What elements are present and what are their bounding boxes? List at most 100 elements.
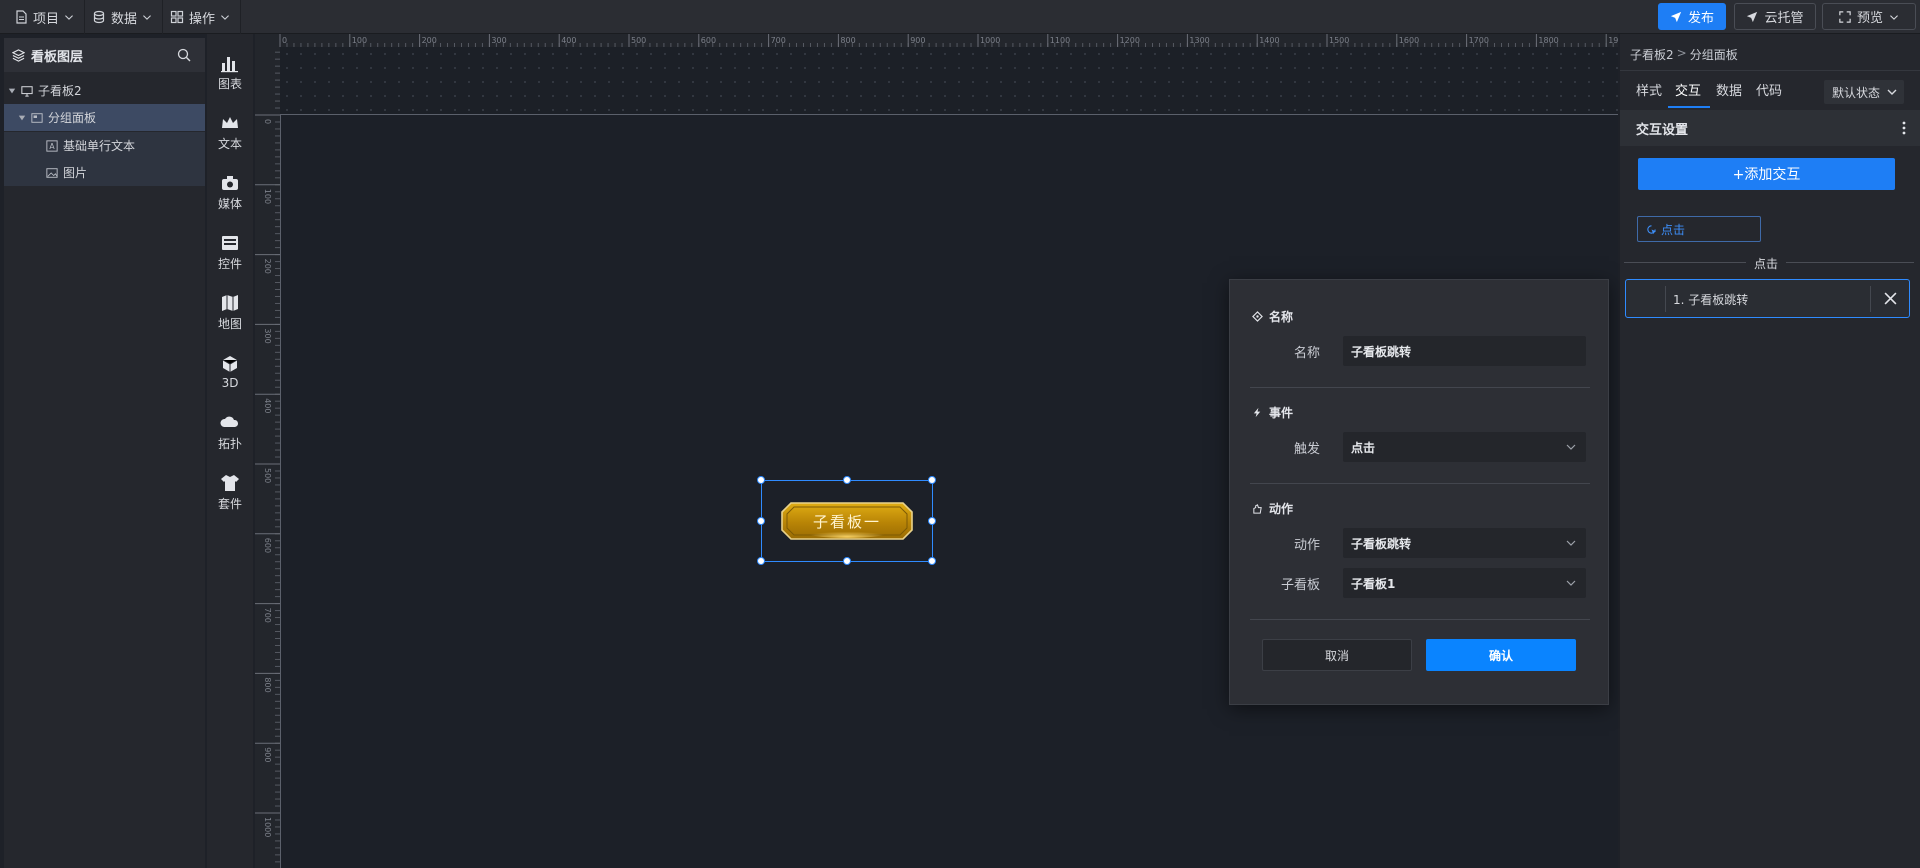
- chevron-down-icon: [143, 15, 151, 20]
- tool-chart[interactable]: 图表: [207, 44, 253, 100]
- breadcrumb: 子看板2 > 分组面板: [1630, 46, 1738, 63]
- monitor-icon: [21, 85, 33, 97]
- caret-down-icon: [18, 115, 26, 120]
- tool-label: 媒体: [217, 196, 242, 211]
- menu-project-label: 项目: [33, 11, 60, 27]
- interaction-item[interactable]: 1. 子看板跳转: [1625, 279, 1910, 318]
- name-label: 名称: [1293, 346, 1320, 361]
- tool-suite[interactable]: 套件: [207, 464, 253, 520]
- ruler-label: 900: [910, 36, 925, 45]
- ruler-label: 200: [263, 259, 272, 274]
- search-icon[interactable]: [177, 48, 191, 62]
- svg-text:A: A: [49, 142, 55, 151]
- layer-item-subboard[interactable]: 子看板2: [4, 77, 205, 104]
- divider: [1665, 286, 1666, 312]
- menu-project[interactable]: 项目: [4, 0, 86, 34]
- cloud-topology-icon: [220, 416, 239, 427]
- ruler-label: 400: [561, 36, 576, 45]
- cloud-host-label: 云托管: [1764, 11, 1804, 26]
- ruler-label: 200: [422, 36, 437, 45]
- section-title: 交互设置: [1636, 122, 1689, 138]
- action-select[interactable]: 子看板跳转: [1343, 528, 1586, 558]
- chevron-down-icon: [65, 15, 73, 20]
- resize-handle[interactable]: [757, 557, 765, 565]
- widget-icon: [222, 235, 238, 250]
- resize-handle[interactable]: [928, 517, 936, 525]
- add-interaction-button[interactable]: +添加交互: [1638, 158, 1895, 190]
- tool-label: 图表: [217, 76, 242, 91]
- ruler-label: 1300: [1189, 36, 1209, 45]
- tool-3d[interactable]: 3D: [207, 344, 253, 400]
- click-icon: [1647, 224, 1657, 234]
- close-icon[interactable]: [1884, 292, 1897, 305]
- cloud-host-button[interactable]: 云托管: [1734, 3, 1816, 30]
- cancel-button[interactable]: 取消: [1262, 639, 1412, 671]
- tab-interaction[interactable]: 交互: [1675, 80, 1701, 99]
- ruler-label: 0: [263, 119, 272, 124]
- tool-map[interactable]: 地图: [207, 284, 253, 340]
- send-icon: [1747, 11, 1758, 22]
- tool-media[interactable]: 媒体: [207, 164, 253, 220]
- subboard-button-widget[interactable]: 子看板一: [781, 502, 913, 540]
- tool-label: 文本: [217, 136, 242, 151]
- menu-data[interactable]: 数据: [82, 0, 164, 34]
- ruler-left: 0 100 200 300 400 500 600 700 800 900 1000: [255, 47, 280, 868]
- tool-label: 套件: [217, 496, 242, 511]
- component-toolbar: 图表 文本 媒体 控件 地图 3D 拓扑 套件: [207, 34, 253, 868]
- trigger-label: 触发: [1293, 442, 1320, 457]
- ruler-label: 300: [491, 36, 506, 45]
- ruler-top-scale: 0 100 200 300 400 500 600 700 800 900 1000 1100 1200…: [279, 34, 1618, 47]
- resize-handle[interactable]: [757, 476, 765, 484]
- preview-button[interactable]: 预览: [1822, 3, 1916, 30]
- image-icon: [46, 167, 58, 178]
- name-field[interactable]: 子看板跳转: [1343, 336, 1586, 366]
- tool-topology[interactable]: 拓扑: [207, 404, 253, 460]
- layer-item-image[interactable]: 图片: [4, 159, 205, 186]
- event-chip[interactable]: 点击: [1637, 216, 1761, 242]
- ruler-label: 900: [263, 747, 272, 762]
- interaction-item-label: 1. 子看板跳转: [1673, 293, 1749, 307]
- tool-text[interactable]: 文本: [207, 104, 253, 160]
- shirt-icon: [221, 474, 239, 491]
- chevron-down-icon: [1890, 14, 1898, 20]
- menu-operations[interactable]: 操作: [160, 0, 242, 34]
- ruler-label: 800: [263, 677, 272, 692]
- resize-handle[interactable]: [843, 557, 851, 565]
- widget-label: 子看板一: [812, 512, 881, 531]
- resize-handle[interactable]: [843, 476, 851, 484]
- ruler-label: 700: [771, 36, 786, 45]
- menu-data-label: 数据: [111, 11, 138, 27]
- properties-panel: 子看板2 > 分组面板 样式 交互 数据 代码 默认状态 交互设置 +添加交互 …: [1620, 34, 1920, 868]
- layers-panel: 看板图层 子看板2 分组面板 A 基础单行文本 图片: [4, 38, 205, 868]
- confirm-button[interactable]: 确认: [1426, 639, 1576, 671]
- divider: [1624, 262, 1746, 263]
- tool-controls[interactable]: 控件: [207, 224, 253, 280]
- layer-item-group-panel[interactable]: 分组面板: [4, 104, 205, 131]
- text-icon: A: [46, 139, 58, 152]
- trigger-select[interactable]: 点击: [1343, 432, 1586, 462]
- publish-button[interactable]: 发布: [1658, 3, 1726, 30]
- event-section-title: 事件: [1252, 404, 1293, 421]
- more-vertical-icon[interactable]: [1902, 121, 1906, 135]
- ruler-label: 1400: [1259, 36, 1279, 45]
- resize-handle[interactable]: [928, 557, 936, 565]
- subboard-select[interactable]: 子看板1: [1343, 568, 1586, 598]
- resize-handle[interactable]: [757, 517, 765, 525]
- divider: [1250, 387, 1590, 388]
- canvas-margin: [280, 47, 1618, 115]
- layers-title: 看板图层: [31, 49, 84, 65]
- breadcrumb-separator: >: [1676, 46, 1687, 60]
- tab-code[interactable]: 代码: [1756, 80, 1782, 99]
- tab-data[interactable]: 数据: [1716, 80, 1742, 99]
- state-select[interactable]: 默认状态: [1824, 80, 1904, 104]
- document-icon: [16, 10, 27, 24]
- diamond-icon: [1252, 311, 1263, 322]
- layer-item-text[interactable]: A 基础单行文本: [4, 132, 205, 159]
- tool-label: 3D: [221, 376, 239, 390]
- publish-label: 发布: [1687, 11, 1714, 26]
- divider: [1620, 70, 1920, 71]
- active-tab-indicator: [1668, 106, 1710, 108]
- breadcrumb-root[interactable]: 子看板2: [1630, 46, 1674, 63]
- tab-style[interactable]: 样式: [1636, 80, 1662, 99]
- resize-handle[interactable]: [928, 476, 936, 484]
